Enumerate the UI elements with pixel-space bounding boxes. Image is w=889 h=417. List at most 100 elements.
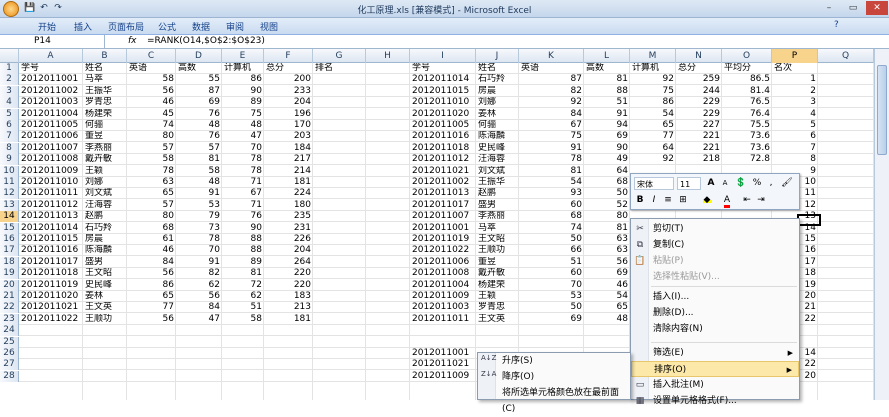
cell-i[interactable]: 2012011002 bbox=[410, 177, 476, 188]
font-color-icon[interactable]: A bbox=[721, 194, 733, 208]
cell-n[interactable]: 总分 bbox=[676, 63, 722, 74]
cell-j[interactable]: 王顺功 bbox=[476, 245, 519, 256]
cell-f[interactable]: 233 bbox=[264, 86, 313, 97]
cell-l[interactable]: 48 bbox=[584, 314, 630, 325]
cell-a[interactable]: 2012011015 bbox=[19, 234, 83, 245]
cell-c[interactable]: 46 bbox=[127, 97, 176, 108]
cell-d[interactable]: 57 bbox=[176, 143, 222, 154]
row-header[interactable]: 2 bbox=[0, 74, 19, 86]
column-header-q[interactable]: Q bbox=[818, 49, 874, 63]
cell-m[interactable]: 54 bbox=[630, 109, 676, 120]
cell-n[interactable]: 259 bbox=[676, 74, 722, 85]
tab-formulas[interactable]: 公式 bbox=[158, 20, 176, 33]
cell-p[interactable]: 1 bbox=[772, 74, 818, 85]
cell-c[interactable]: 46 bbox=[127, 245, 176, 256]
cell-l[interactable]: 64 bbox=[584, 166, 630, 177]
row-header[interactable]: 6 bbox=[0, 120, 19, 131]
cell-a[interactable]: 2012011022 bbox=[19, 314, 83, 325]
row-header[interactable]: 26 bbox=[0, 348, 19, 359]
cell-k[interactable]: 60 bbox=[519, 268, 584, 279]
increase-indent-icon[interactable]: ⇥ bbox=[755, 194, 767, 207]
cell-f[interactable]: 170 bbox=[264, 120, 313, 131]
cell-l[interactable]: 69 bbox=[584, 131, 630, 142]
cell-b[interactable]: 王颖 bbox=[83, 166, 127, 177]
cell-l[interactable]: 63 bbox=[584, 245, 630, 256]
cell-e[interactable]: 90 bbox=[222, 86, 264, 97]
cell-j[interactable]: 王文昭 bbox=[476, 234, 519, 245]
cell-i[interactable]: 2012011001 bbox=[410, 348, 476, 359]
cell-i[interactable]: 2012011014 bbox=[410, 74, 476, 85]
cell-l[interactable]: 46 bbox=[584, 280, 630, 291]
cell-a[interactable]: 2012011004 bbox=[19, 109, 83, 120]
cell-c[interactable]: 63 bbox=[127, 177, 176, 188]
cell-m[interactable]: 92 bbox=[630, 74, 676, 85]
cell-a[interactable]: 2012011021 bbox=[19, 302, 83, 313]
cell-b[interactable]: 史民峰 bbox=[83, 280, 127, 291]
cell-k[interactable]: 50 bbox=[519, 302, 584, 313]
cell-g[interactable]: 排名 bbox=[313, 63, 366, 74]
cell-i[interactable]: 2012011005 bbox=[410, 120, 476, 131]
row-header[interactable]: 1 bbox=[0, 63, 19, 74]
cell-p[interactable]: 名次 bbox=[772, 63, 818, 74]
cell-b[interactable]: 陈海麟 bbox=[83, 245, 127, 256]
cell-d[interactable]: 高数 bbox=[176, 63, 222, 74]
cell-f[interactable]: 214 bbox=[264, 166, 313, 177]
cell-a[interactable]: 2012011007 bbox=[19, 143, 83, 154]
cell-b[interactable]: 王文英 bbox=[83, 302, 127, 313]
cell-i[interactable]: 2012011012 bbox=[410, 154, 476, 165]
italic-icon[interactable]: I bbox=[648, 194, 660, 207]
context-menu-item[interactable]: 选择性粘贴(V)... bbox=[631, 269, 799, 285]
column-header-c[interactable]: C bbox=[127, 49, 176, 63]
cell-l[interactable]: 65 bbox=[584, 302, 630, 313]
cell-l[interactable]: 91 bbox=[584, 109, 630, 120]
cell-c[interactable]: 56 bbox=[127, 314, 176, 325]
row-header[interactable]: 19 bbox=[0, 268, 19, 280]
cell-j[interactable]: 陈海麟 bbox=[476, 131, 519, 142]
sort-menu-item[interactable]: Z↓A 降序(O) bbox=[478, 369, 630, 385]
row-header[interactable]: 5 bbox=[0, 108, 19, 120]
context-menu-item[interactable]: 清除内容(N) bbox=[631, 321, 799, 337]
cell-l[interactable]: 50 bbox=[584, 188, 630, 199]
cell-n[interactable]: 221 bbox=[676, 131, 722, 142]
cell-d[interactable]: 56 bbox=[176, 291, 222, 302]
column-header-l[interactable]: L bbox=[584, 49, 630, 63]
cell-n[interactable]: 227 bbox=[676, 120, 722, 131]
cell-j[interactable]: 史民峰 bbox=[476, 143, 519, 154]
cell-b[interactable]: 何骊 bbox=[83, 120, 127, 131]
cell-b[interactable]: 李燕丽 bbox=[83, 143, 127, 154]
cell-p[interactable]: 3 bbox=[772, 97, 818, 108]
context-menu-item[interactable]: ▦ 设置单元格格式(F)... bbox=[631, 393, 799, 409]
cell-j[interactable]: 石巧羚 bbox=[476, 74, 519, 85]
cell-a[interactable]: 2012011008 bbox=[19, 154, 83, 165]
cell-i[interactable]: 2012011013 bbox=[410, 188, 476, 199]
cell-l[interactable]: 49 bbox=[584, 154, 630, 165]
cell-f[interactable]: 203 bbox=[264, 131, 313, 142]
context-menu-item[interactable]: 删除(D)... bbox=[631, 305, 799, 321]
cell-p[interactable]: 6 bbox=[772, 131, 818, 142]
cell-p[interactable]: 2 bbox=[772, 86, 818, 97]
cell-i[interactable]: 2012011008 bbox=[410, 268, 476, 279]
cell-f[interactable]: 204 bbox=[264, 97, 313, 108]
column-header-b[interactable]: B bbox=[83, 49, 127, 63]
cell-d[interactable]: 82 bbox=[176, 268, 222, 279]
cell-a[interactable]: 2012011020 bbox=[19, 291, 83, 302]
cell-l[interactable]: 69 bbox=[584, 268, 630, 279]
cell-k[interactable]: 70 bbox=[519, 280, 584, 291]
cell-b[interactable]: 马萃 bbox=[83, 74, 127, 85]
column-header-e[interactable]: E bbox=[222, 49, 264, 63]
cell-o[interactable]: 73.6 bbox=[722, 143, 772, 154]
cell-b[interactable]: 刘文斌 bbox=[83, 188, 127, 199]
cell-j[interactable]: 何骊 bbox=[476, 120, 519, 131]
cell-i[interactable]: 2012011021 bbox=[410, 359, 476, 370]
cell-i[interactable]: 2012011009 bbox=[410, 371, 476, 382]
cell-j[interactable]: 盛男 bbox=[476, 200, 519, 211]
cell-e[interactable]: 51 bbox=[222, 302, 264, 313]
row-header[interactable]: 25 bbox=[0, 336, 19, 348]
cell-o[interactable]: 73.6 bbox=[722, 131, 772, 142]
cell-m[interactable]: 92 bbox=[630, 154, 676, 165]
minimize-button[interactable]: – bbox=[818, 1, 840, 15]
cell-d[interactable]: 79 bbox=[176, 211, 222, 222]
cell-n[interactable]: 218 bbox=[676, 154, 722, 165]
cell-i[interactable]: 2012011006 bbox=[410, 257, 476, 268]
cell-e[interactable]: 89 bbox=[222, 257, 264, 268]
